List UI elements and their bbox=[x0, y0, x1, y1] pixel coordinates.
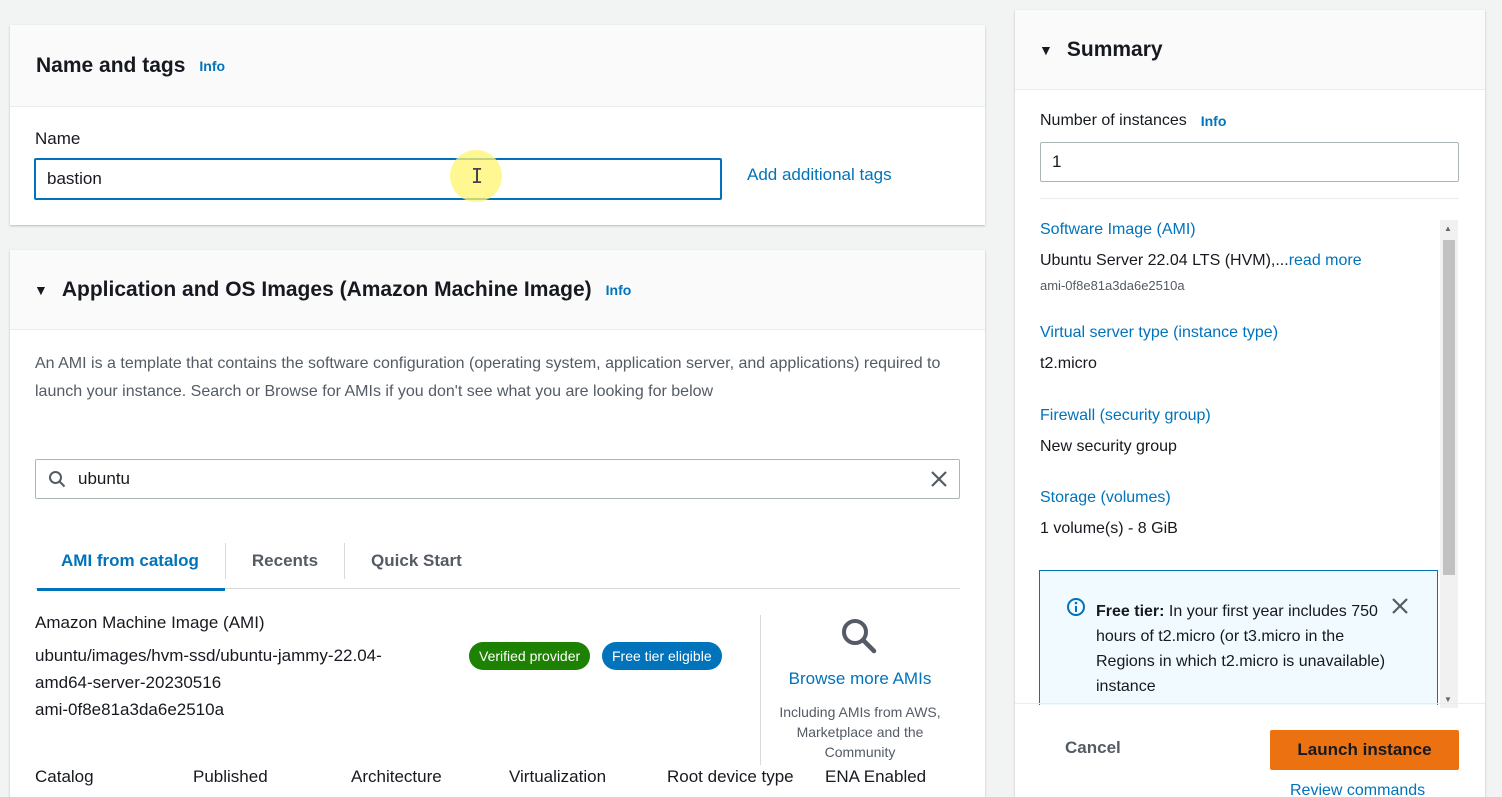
search-icon bbox=[49, 471, 66, 488]
software-image-link[interactable]: Software Image (AMI) bbox=[1040, 221, 1196, 239]
instances-value: 1 bbox=[1052, 152, 1062, 171]
name-tags-header: Name and tags Info bbox=[10, 25, 985, 107]
caret-down-icon[interactable]: ▼ bbox=[1039, 42, 1053, 58]
tab-quick-start[interactable]: Quick Start bbox=[345, 533, 488, 589]
ami-card-title: Amazon Machine Image (AMI) bbox=[35, 613, 265, 632]
footer-divider bbox=[1015, 703, 1485, 704]
ami-path-line-1: ubuntu/images/hvm-ssd/ubuntu-jammy-22.04… bbox=[35, 646, 382, 665]
ami-tabs: AMI from catalog Recents Quick Start bbox=[35, 533, 960, 591]
tab-ami-from-catalog[interactable]: AMI from catalog bbox=[35, 533, 225, 591]
search-value: ubuntu bbox=[78, 469, 130, 488]
ami-column-headers: Catalog Published Architecture Virtualiz… bbox=[35, 767, 983, 787]
free-tier-alert: Free tier: In your first year includes 7… bbox=[1039, 570, 1438, 705]
tab-recents[interactable]: Recents bbox=[226, 533, 344, 589]
clear-search-icon[interactable] bbox=[929, 469, 949, 489]
number-of-instances-text: Number of instances bbox=[1040, 112, 1187, 129]
summary-title: Summary bbox=[1066, 37, 1163, 61]
scroll-up-icon[interactable]: ▲ bbox=[1444, 224, 1452, 233]
name-and-tags-panel: Name and tags Info Name bastion I Add ad… bbox=[10, 25, 985, 225]
storage-link[interactable]: Storage (volumes) bbox=[1040, 489, 1171, 507]
instance-type-link[interactable]: Virtual server type (instance type) bbox=[1040, 324, 1278, 342]
ami-description: An AMI is a template that contains the s… bbox=[35, 355, 941, 400]
col-virtualization: Virtualization bbox=[509, 767, 607, 786]
browse-divider bbox=[760, 615, 761, 765]
software-image-value: Ubuntu Server 22.04 LTS (HVM),...read mo… bbox=[1040, 252, 1362, 270]
col-ena-enabled: ENA Enabled bbox=[825, 767, 927, 786]
summary-ami-id: ami-0f8e81a3da6e2510a bbox=[1040, 278, 1185, 293]
browse-more-amis-subtext: Including AMIs from AWS, Marketplace and… bbox=[779, 704, 941, 760]
ami-id: ami-0f8e81a3da6e2510a bbox=[35, 700, 225, 719]
storage-value: 1 volume(s) - 8 GiB bbox=[1040, 520, 1178, 537]
add-additional-tags-link[interactable]: Add additional tags bbox=[747, 165, 892, 185]
name-tags-info-link[interactable]: Info bbox=[199, 58, 225, 74]
ami-search-input[interactable]: ubuntu bbox=[35, 459, 960, 499]
firewall-value: New security group bbox=[1040, 438, 1177, 455]
name-input[interactable]: bastion bbox=[34, 158, 722, 200]
free-tier-eligible-badge: Free tier eligible bbox=[602, 642, 722, 670]
summary-divider bbox=[1040, 198, 1459, 199]
instance-type-value: t2.micro bbox=[1040, 355, 1097, 372]
col-catalog: Catalog bbox=[35, 767, 94, 786]
summary-panel: ▼ Summary Number of instances Info 1 Sof… bbox=[1015, 10, 1485, 797]
col-architecture: Architecture bbox=[351, 767, 442, 786]
text-cursor-icon: I bbox=[471, 164, 484, 188]
name-input-value: bastion bbox=[47, 169, 102, 188]
ami-header[interactable]: ▼ Application and OS Images (Amazon Mach… bbox=[10, 250, 985, 330]
summary-scrollbar[interactable]: ▲ ▼ bbox=[1440, 220, 1458, 708]
col-published: Published bbox=[193, 767, 268, 786]
firewall-link[interactable]: Firewall (security group) bbox=[1040, 407, 1211, 425]
ami-name: ubuntu/images/hvm-ssd/ubuntu-jammy-22.04… bbox=[35, 642, 455, 723]
cancel-button[interactable]: Cancel bbox=[1065, 738, 1121, 758]
ami-info-link[interactable]: Info bbox=[606, 282, 632, 298]
name-label: Name bbox=[35, 129, 81, 148]
number-of-instances-input[interactable]: 1 bbox=[1040, 142, 1459, 182]
launch-instance-button[interactable]: Launch instance bbox=[1270, 730, 1459, 770]
ami-title: Application and OS Images (Amazon Machin… bbox=[61, 277, 592, 301]
ami-path-line-2: amd64-server-20230516 bbox=[35, 673, 222, 692]
info-icon bbox=[1067, 598, 1085, 616]
summary-header[interactable]: ▼ Summary bbox=[1015, 10, 1485, 90]
software-image-text: Ubuntu Server 22.04 LTS (HVM),... bbox=[1040, 252, 1289, 269]
instances-info-link[interactable]: Info bbox=[1201, 113, 1227, 129]
free-tier-text: Free tier: In your first year includes 7… bbox=[1096, 599, 1386, 699]
ami-panel: ▼ Application and OS Images (Amazon Mach… bbox=[10, 250, 985, 797]
review-commands-link[interactable]: Review commands bbox=[1290, 782, 1425, 797]
free-tier-bold: Free tier: bbox=[1096, 603, 1165, 620]
read-more-link[interactable]: read more bbox=[1289, 252, 1362, 269]
number-of-instances-label: Number of instances Info bbox=[1040, 112, 1226, 130]
verified-provider-badge: Verified provider bbox=[469, 642, 591, 670]
scroll-thumb[interactable] bbox=[1443, 240, 1455, 575]
browse-more-amis-link[interactable]: Browse more AMIs bbox=[770, 669, 950, 689]
name-tags-title: Name and tags bbox=[36, 53, 186, 77]
caret-down-icon[interactable]: ▼ bbox=[34, 282, 48, 298]
browse-search-icon[interactable] bbox=[839, 616, 879, 656]
close-icon[interactable] bbox=[1391, 597, 1409, 615]
col-root-device-type: Root device type bbox=[667, 767, 794, 786]
